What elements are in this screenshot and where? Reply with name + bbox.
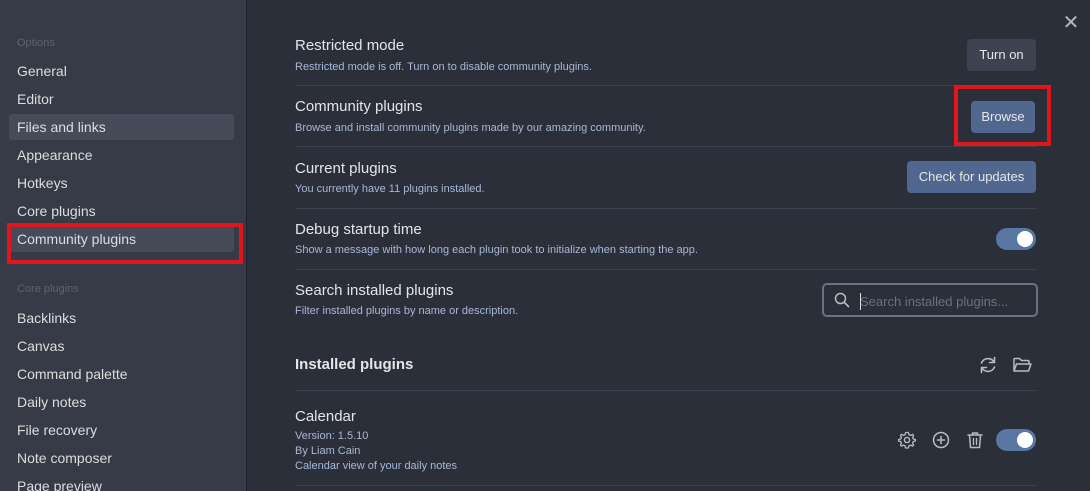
search-input[interactable] xyxy=(860,291,1030,311)
check-for-updates-button[interactable]: Check for updates xyxy=(907,161,1036,193)
sidebar-item-general[interactable]: General xyxy=(9,58,234,84)
text-caret xyxy=(860,293,861,310)
sidebar-item-canvas[interactable]: Canvas xyxy=(9,333,234,359)
turn-on-button[interactable]: Turn on xyxy=(967,39,1036,71)
installed-plugins-header: Installed plugins xyxy=(295,337,1037,391)
setting-description: Restricted mode is off. Turn on to disab… xyxy=(295,61,592,73)
reload-icon[interactable] xyxy=(977,354,999,376)
sidebar-item-editor[interactable]: Editor xyxy=(9,86,234,112)
settings-main-panel: ✕ Restricted mode Restricted mode is off… xyxy=(248,0,1090,491)
sidebar-item-files-and-links[interactable]: Files and links xyxy=(9,114,234,140)
calendar-plugin-toggle[interactable] xyxy=(996,429,1036,451)
setting-name: Current plugins xyxy=(295,160,397,177)
setting-community-plugins: Community plugins Browse and install com… xyxy=(295,86,1037,147)
folder-open-icon[interactable] xyxy=(1011,354,1033,376)
sidebar-item-community-plugins[interactable]: Community plugins xyxy=(9,226,234,252)
sidebar-item-daily-notes[interactable]: Daily notes xyxy=(9,389,234,415)
setting-restricted-mode: Restricted mode Restricted mode is off. … xyxy=(295,25,1037,86)
setting-description: You currently have 11 plugins installed. xyxy=(295,183,485,195)
toggle-knob xyxy=(1017,432,1033,448)
plugin-description: Calendar view of your daily notes xyxy=(295,460,458,472)
trash-icon[interactable] xyxy=(964,429,986,451)
search-icon xyxy=(834,292,850,308)
sidebar-item-page-preview[interactable]: Page preview xyxy=(9,473,234,491)
sidebar-item-core-plugins[interactable]: Core plugins xyxy=(9,198,234,224)
sidebar-item-backlinks[interactable]: Backlinks xyxy=(9,305,234,331)
add-circle-icon[interactable] xyxy=(930,429,952,451)
setting-description: Show a message with how long each plugin… xyxy=(295,244,698,256)
installed-plugins-heading: Installed plugins xyxy=(295,356,414,373)
debug-startup-toggle[interactable] xyxy=(996,228,1036,250)
gear-icon[interactable] xyxy=(896,429,918,451)
toggle-knob xyxy=(1017,231,1033,247)
plugin-author: By Liam Cain xyxy=(295,445,361,457)
setting-search-installed-plugins: Search installed plugins Filter installe… xyxy=(295,270,1038,331)
setting-description: Filter installed plugins by name or desc… xyxy=(295,305,519,317)
setting-name: Debug startup time xyxy=(295,221,422,238)
setting-current-plugins: Current plugins You currently have 11 pl… xyxy=(295,147,1037,209)
setting-name: Search installed plugins xyxy=(295,282,454,299)
plugin-version: Version: 1.5.10 xyxy=(295,430,369,442)
browse-button[interactable]: Browse xyxy=(971,101,1035,133)
plugin-row-calendar: Calendar Version: 1.5.10 By Liam Cain Ca… xyxy=(295,391,1037,486)
setting-debug-startup-time: Debug startup time Show a message with h… xyxy=(295,209,1037,270)
plugin-name: Calendar xyxy=(295,408,356,425)
sidebar-item-note-composer[interactable]: Note composer xyxy=(9,445,234,471)
search-installed-plugins-field[interactable] xyxy=(822,283,1038,317)
setting-name: Restricted mode xyxy=(295,37,405,54)
sidebar-item-hotkeys[interactable]: Hotkeys xyxy=(9,170,234,196)
setting-description: Browse and install community plugins mad… xyxy=(295,122,646,134)
setting-name: Community plugins xyxy=(295,98,423,115)
sidebar-item-command-palette[interactable]: Command palette xyxy=(9,361,234,387)
sidebar-heading-options: Options xyxy=(17,37,55,49)
sidebar-heading-core-plugins: Core plugins xyxy=(17,283,79,295)
settings-sidebar: Options General Editor Files and links A… xyxy=(0,0,247,491)
close-icon[interactable]: ✕ xyxy=(1060,12,1082,34)
sidebar-item-appearance[interactable]: Appearance xyxy=(9,142,234,168)
sidebar-item-file-recovery[interactable]: File recovery xyxy=(9,417,234,443)
